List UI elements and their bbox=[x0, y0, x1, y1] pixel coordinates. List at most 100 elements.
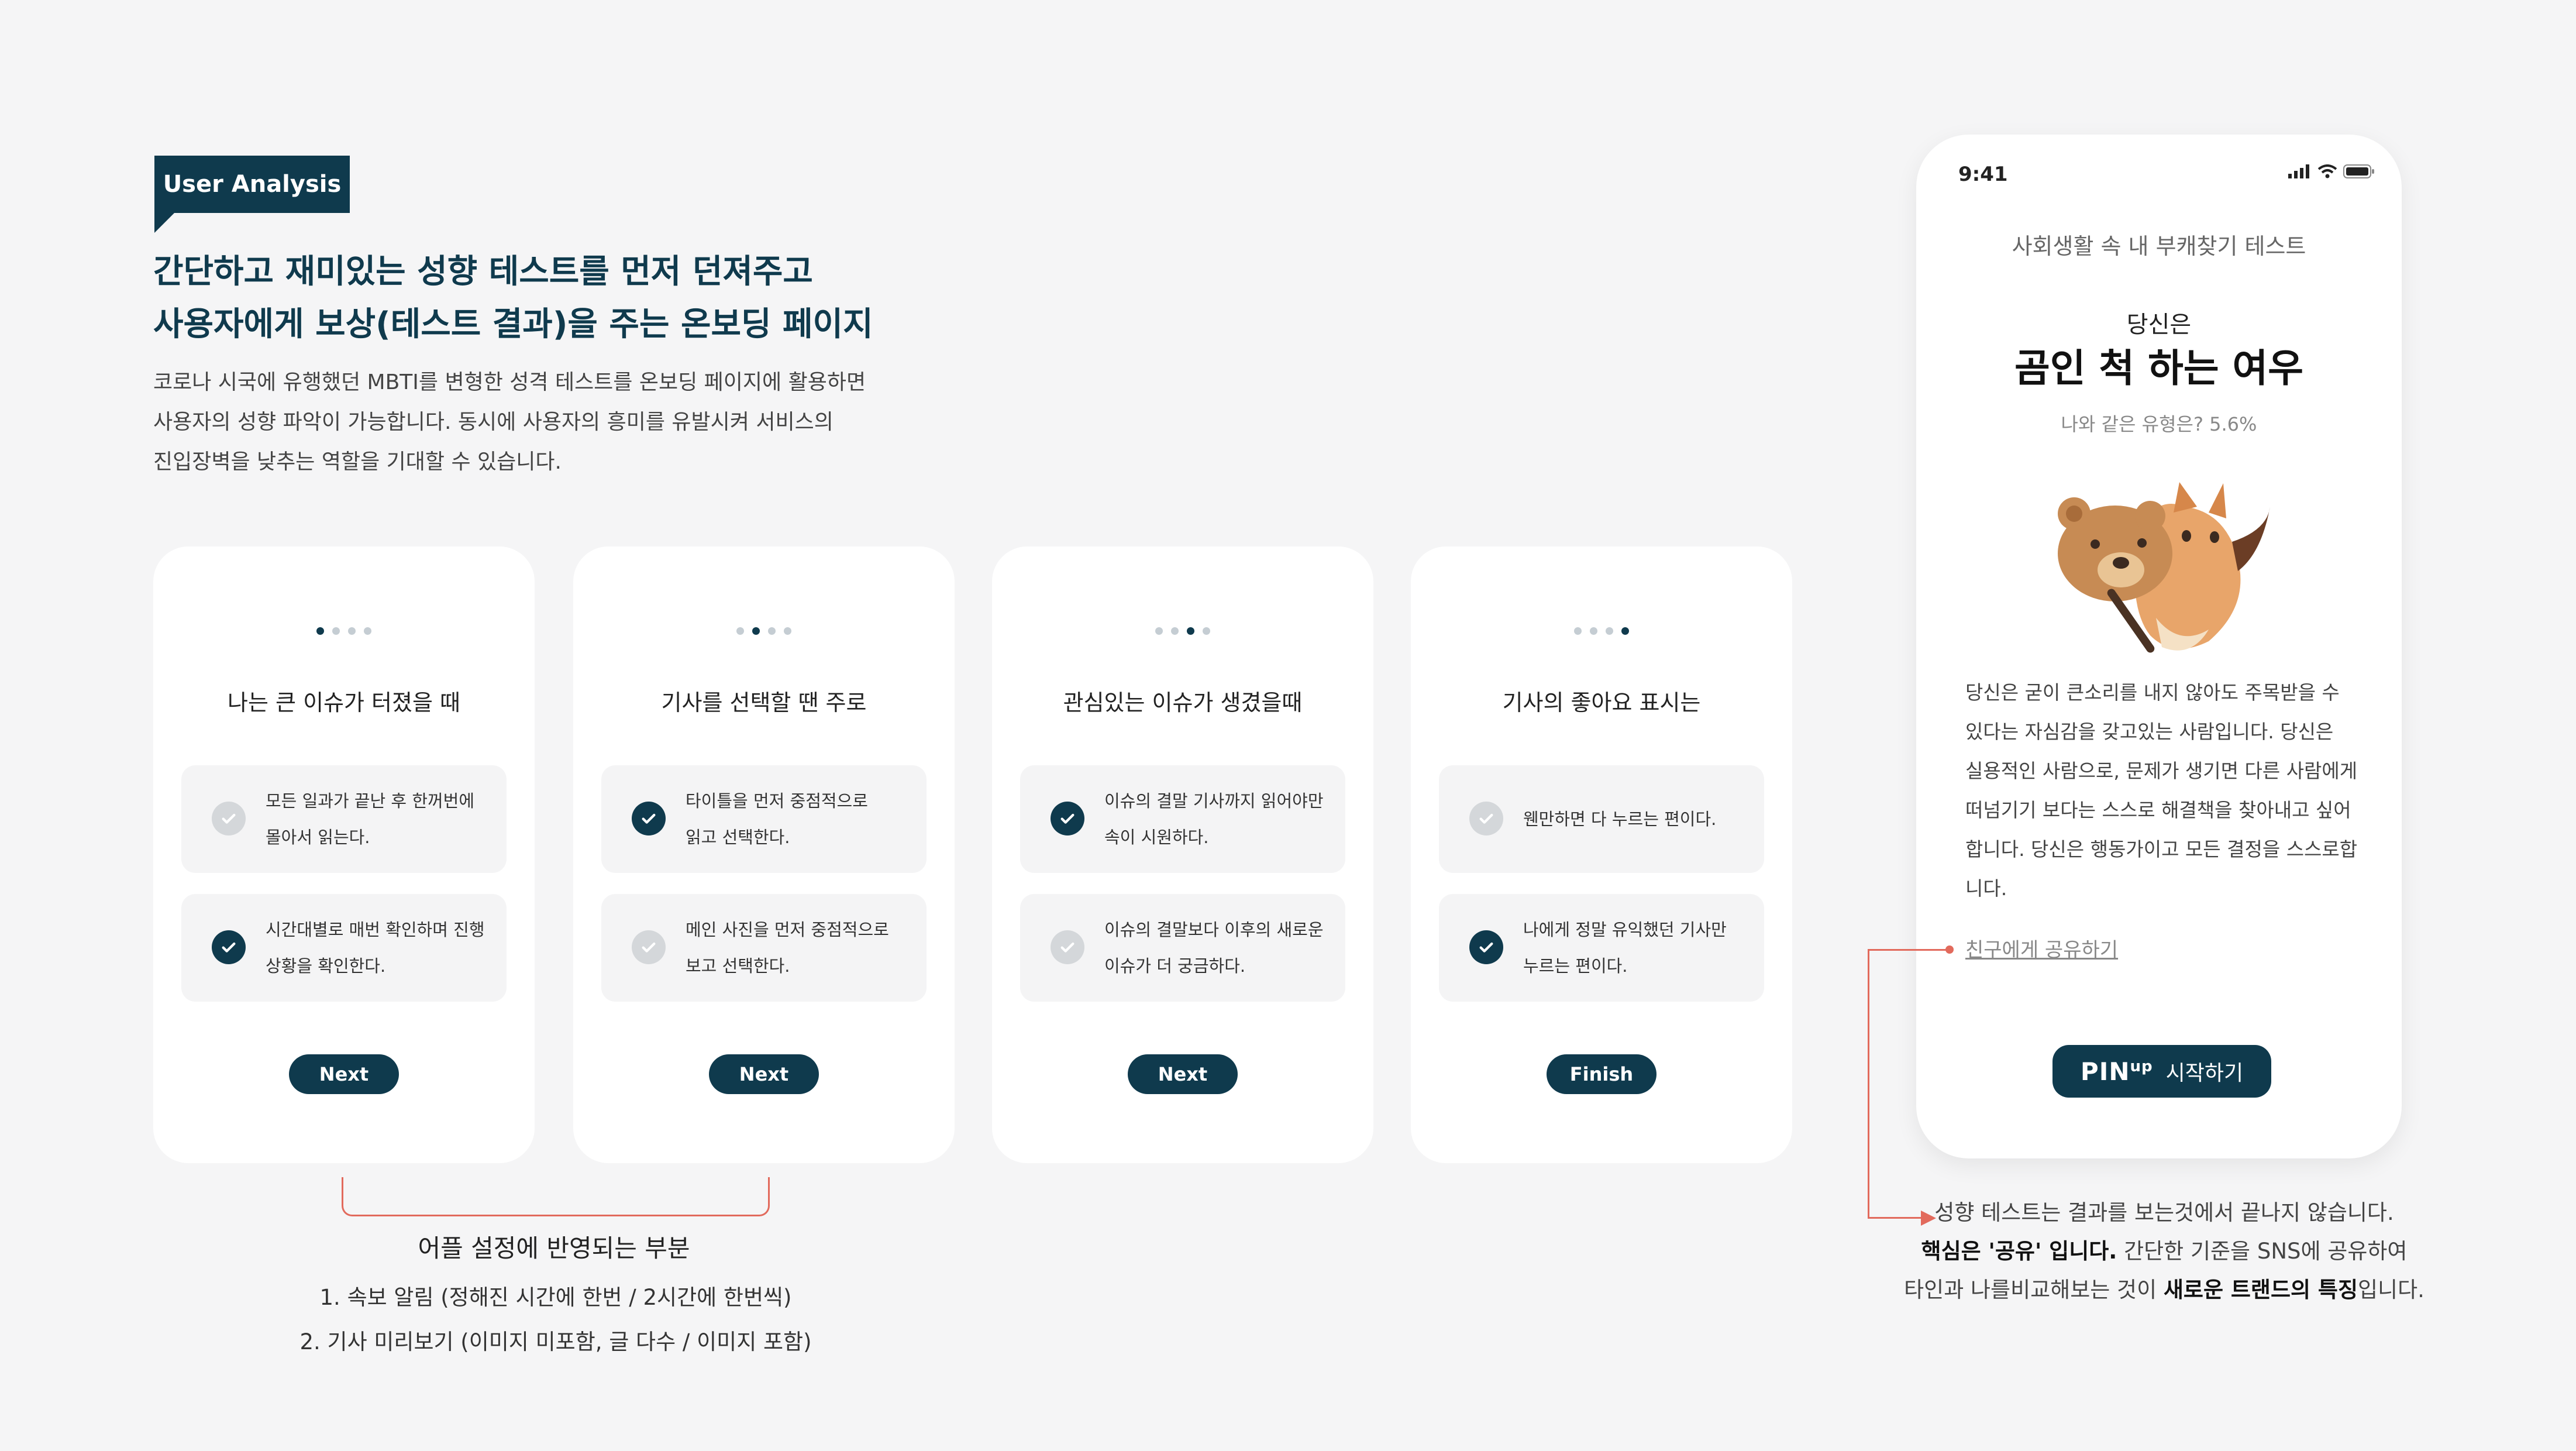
answer-text: 타이틀을 먼저 중점적으로읽고 선택한다. bbox=[686, 765, 909, 873]
share-note-text: 입니다. bbox=[2358, 1277, 2425, 1302]
answer-line-2: 상황을 확인한다. bbox=[266, 956, 386, 976]
share-note-text: 타인과 나를비교해보는 것이 bbox=[1904, 1277, 2164, 1302]
pinup-start-button[interactable]: PINup 시작하기 bbox=[2052, 1045, 2271, 1098]
step-dot bbox=[784, 627, 791, 635]
onboarding-card-2: 기사를 선택할 땐 주로 타이틀을 먼저 중점적으로 읽고 선택한다. 메인 사진… bbox=[573, 546, 955, 1163]
answer-option[interactable]: 메인 사진을 먼저 중점적으로보고 선택한다. bbox=[601, 894, 927, 1002]
next-button[interactable]: Next bbox=[1128, 1054, 1238, 1094]
answer-option-selected[interactable]: 나에게 정말 유익했던 기사만누르는 편이다. bbox=[1439, 894, 1764, 1002]
share-note-emphasis: 새로운 트랜드의 특징 bbox=[2163, 1277, 2358, 1302]
step-dot bbox=[1590, 627, 1597, 635]
share-with-friends-link[interactable]: 친구에게 공유하기 bbox=[1965, 934, 2118, 962]
answer-line-1: 타이틀을 먼저 중점적으로 bbox=[686, 791, 868, 811]
answer-line-1: 메인 사진을 먼저 중점적으로 bbox=[686, 920, 889, 940]
status-icons bbox=[2288, 164, 2375, 179]
answer-line-1: 모든 일과가 끝난 후 한꺼번에 bbox=[266, 791, 475, 811]
result-description-line: 실용적인 사람으로, 문제가 생기면 다른 사람에게 bbox=[1965, 759, 2358, 782]
headline: 간단하고 재미있는 성향 테스트를 먼저 던져주고 사용자에게 보상(테스트 결… bbox=[153, 246, 972, 351]
answer-line-2: 이슈가 더 궁금하다. bbox=[1104, 956, 1246, 976]
step-dot-active bbox=[1187, 627, 1194, 635]
answer-line-1: 웬만하면 다 누르는 편이다. bbox=[1523, 809, 1717, 829]
step-indicator bbox=[153, 627, 535, 635]
headline-line-1: 간단하고 재미있는 성향 테스트를 먼저 던져주고 bbox=[153, 253, 813, 291]
answer-option[interactable]: 이슈의 결말보다 이후의 새로운이슈가 더 궁금하다. bbox=[1020, 894, 1345, 1002]
status-time: 9:41 bbox=[1958, 163, 2008, 186]
connector-dot bbox=[1945, 945, 1954, 954]
check-circle-icon bbox=[1469, 930, 1503, 964]
answer-line-2: 읽고 선택한다. bbox=[686, 827, 790, 847]
answer-text: 웬만하면 다 누르는 편이다. bbox=[1523, 765, 1747, 873]
result-description-line: 떠넘기기 보다는 스스로 해결책을 찾아내고 싶어 bbox=[1965, 799, 2351, 821]
next-button[interactable]: Next bbox=[289, 1054, 399, 1094]
finish-button[interactable]: Finish bbox=[1547, 1054, 1657, 1094]
pinup-logo-sup: up bbox=[2130, 1057, 2153, 1075]
share-note-line-2: 핵심은 '공유' 입니다. 간단한 기준을 SNS에 공유하여 bbox=[1872, 1232, 2457, 1271]
step-dot bbox=[332, 627, 340, 635]
step-indicator bbox=[992, 627, 1373, 635]
question-title: 나는 큰 이슈가 터졌을 때 bbox=[228, 690, 460, 716]
answer-line-1: 시간대별로 매번 확인하며 진행 bbox=[266, 920, 485, 940]
description: 코로나 시국에 유행했던 MBTI를 변형한 성격 테스트를 온보딩 페이지에 … bbox=[153, 363, 972, 482]
answer-line-1: 이슈의 결말 기사까지 읽어야만 bbox=[1104, 791, 1324, 811]
description-line-3: 진입장벽을 낮추는 역할을 기대할 수 있습니다. bbox=[153, 450, 562, 474]
share-note: 성향 테스트는 결과를 보는것에서 끝나지 않습니다. 핵심은 '공유' 입니다… bbox=[1872, 1194, 2457, 1309]
settings-note-list: 1. 속보 알림 (정해진 시간에 한번 / 2시간에 한번씩) 2. 기사 미… bbox=[263, 1275, 848, 1364]
answer-option-selected[interactable]: 시간대별로 매번 확인하며 진행상황을 확인한다. bbox=[181, 894, 507, 1002]
check-circle-icon bbox=[632, 802, 666, 835]
answer-line-2: 몰아서 읽는다. bbox=[266, 827, 370, 847]
check-circle-icon bbox=[212, 930, 246, 964]
battery-icon bbox=[2343, 164, 2374, 178]
result-description-line: 당신은 굳이 큰소리를 내지 않아도 주목받을 수 bbox=[1965, 681, 2340, 704]
same-type-ratio: 나와 같은 유형은? 5.6% bbox=[2061, 413, 2257, 435]
step-dot bbox=[736, 627, 744, 635]
phone-result-screen: 9:41 사회생활 속 내 부캐찾기 테스트 당신은 곰인 척 하는 여우 나와… bbox=[1916, 135, 2402, 1158]
settings-note-title: 어플 설정에 반영되는 부분 bbox=[418, 1234, 690, 1263]
answer-text: 시간대별로 매번 확인하며 진행상황을 확인한다. bbox=[266, 894, 489, 1002]
check-circle-icon bbox=[632, 930, 666, 964]
step-dot bbox=[1606, 627, 1613, 635]
answer-line-2: 보고 선택한다. bbox=[686, 956, 790, 976]
step-dot bbox=[1171, 627, 1179, 635]
answer-line-2: 누르는 편이다. bbox=[1523, 956, 1628, 976]
result-title: 곰인 척 하는 여우 bbox=[2014, 346, 2303, 391]
answer-text: 모든 일과가 끝난 후 한꺼번에몰아서 읽는다. bbox=[266, 765, 489, 873]
pinup-logo-text: PIN bbox=[2080, 1057, 2130, 1086]
connector-line bbox=[1868, 949, 1869, 1218]
next-button[interactable]: Next bbox=[709, 1054, 819, 1094]
share-note-line-1: 성향 테스트는 결과를 보는것에서 끝나지 않습니다. bbox=[1934, 1200, 2394, 1225]
answer-text: 이슈의 결말 기사까지 읽어야만속이 시원하다. bbox=[1104, 765, 1328, 873]
pinup-logo: PINup bbox=[2081, 1057, 2153, 1086]
answer-option[interactable]: 모든 일과가 끝난 후 한꺼번에몰아서 읽는다. bbox=[181, 765, 507, 873]
result-description-line: 있다는 자심감을 갖고있는 사람입니다. 당신은 bbox=[1965, 720, 2334, 743]
settings-note-item-1: 1. 속보 알림 (정해진 시간에 한번 / 2시간에 한번씩) bbox=[319, 1285, 792, 1310]
answer-option[interactable]: 웬만하면 다 누르는 편이다. bbox=[1439, 765, 1764, 873]
description-line-2: 사용자의 성향 파악이 가능합니다. 동시에 사용자의 흥미를 유발시켜 서비스… bbox=[153, 410, 834, 434]
step-dot bbox=[768, 627, 776, 635]
onboarding-card-4: 기사의 좋아요 표시는 웬만하면 다 누르는 편이다. 나에게 정말 유익했던 … bbox=[1411, 546, 1792, 1163]
user-analysis-tag: User Analysis bbox=[154, 156, 350, 213]
step-dot-active bbox=[316, 627, 324, 635]
answer-text: 나에게 정말 유익했던 기사만누르는 편이다. bbox=[1523, 894, 1747, 1002]
question-title: 관심있는 이슈가 생겼을때 bbox=[1063, 690, 1303, 716]
step-dot-active bbox=[752, 627, 760, 635]
answer-line-2: 속이 시원하다. bbox=[1104, 827, 1209, 847]
result-description-line: 합니다. 당신은 행동가이고 모든 결정을 스스로합 bbox=[1965, 838, 2358, 861]
step-dot bbox=[364, 627, 371, 635]
start-label: 시작하기 bbox=[2165, 1061, 2244, 1085]
step-dot bbox=[348, 627, 356, 635]
answer-option-selected[interactable]: 타이틀을 먼저 중점적으로읽고 선택한다. bbox=[601, 765, 927, 873]
settings-note-item-2: 2. 기사 미리보기 (이미지 미포함, 글 다수 / 이미지 포함) bbox=[299, 1329, 812, 1354]
share-note-line-3: 타인과 나를비교해보는 것이 새로운 트랜드의 특징입니다. bbox=[1872, 1271, 2457, 1309]
answer-line-1: 나에게 정말 유익했던 기사만 bbox=[1523, 920, 1727, 940]
step-dot-active bbox=[1621, 627, 1629, 635]
onboarding-card-1: 나는 큰 이슈가 터졌을 때 모든 일과가 끝난 후 한꺼번에 몰아서 읽는다. … bbox=[153, 546, 535, 1163]
check-circle-icon bbox=[1051, 802, 1084, 835]
answer-line-1: 이슈의 결말보다 이후의 새로운 bbox=[1104, 920, 1324, 940]
tag-tail bbox=[154, 212, 175, 233]
description-line-1: 코로나 시국에 유행했던 MBTI를 변형한 성격 테스트를 온보딩 페이지에 … bbox=[153, 370, 866, 394]
answer-option-selected[interactable]: 이슈의 결말 기사까지 읽어야만속이 시원하다. bbox=[1020, 765, 1345, 873]
fox-bear-illustration bbox=[2058, 482, 2270, 653]
check-circle-icon bbox=[1469, 802, 1503, 835]
result-description-line: 니다. bbox=[1965, 877, 2007, 900]
question-title: 기사의 좋아요 표시는 bbox=[1502, 690, 1701, 716]
